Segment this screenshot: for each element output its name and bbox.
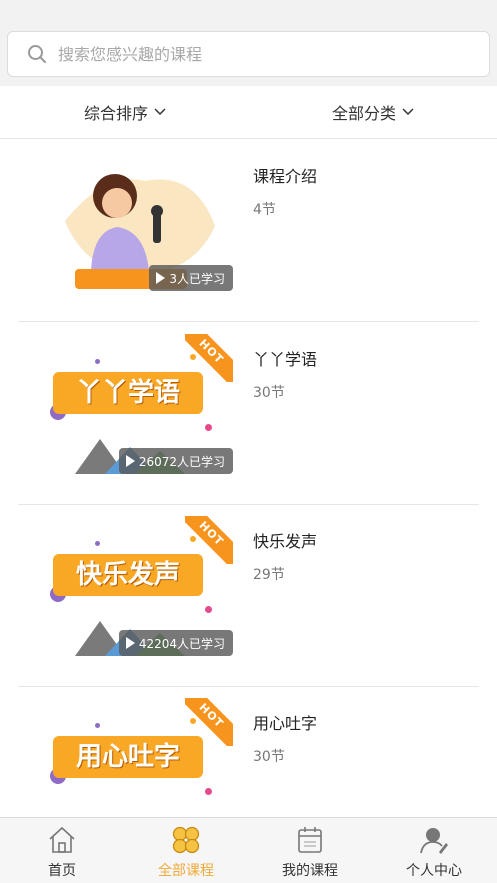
user-icon <box>420 828 448 854</box>
sort-dropdown[interactable]: 综合排序 <box>84 86 166 138</box>
chevron-down-icon <box>154 108 166 116</box>
tab-label: 我的课程 <box>282 863 338 879</box>
decor-dot <box>205 788 212 795</box>
home-icon <box>49 826 75 853</box>
search-icon <box>28 45 46 63</box>
learner-count-badge: 42204人已学习 <box>118 630 233 656</box>
course-thumbnail: 快乐发声 HOT 42204人已学习 <box>45 516 233 664</box>
course-title: 丫丫学语 <box>253 350 318 369</box>
decor-dot <box>205 606 212 613</box>
search-bar <box>0 0 497 86</box>
course-thumbnail: 3人已学习 <box>45 151 233 299</box>
course-thumbnail: 丫丫学语 HOT 26072人已学习 <box>45 334 233 482</box>
hot-label: HOT <box>185 516 233 564</box>
course-item[interactable]: 3人已学习 课程介绍 4节 <box>18 139 479 322</box>
course-item[interactable]: 快乐发声 HOT 42204人已学习 快乐发声 29节 <box>18 504 479 687</box>
play-icon <box>125 637 135 649</box>
course-lessons: 30节 <box>253 385 285 401</box>
chevron-down-icon <box>402 108 414 116</box>
bottom-tab-bar: 首页 全部课程 我的课程 个人中心 <box>0 817 497 883</box>
course-lessons: 29节 <box>253 567 285 583</box>
learner-count: 26072人已学习 <box>138 454 225 469</box>
all-courses-icon <box>172 826 200 854</box>
learner-count: 42204人已学习 <box>138 636 225 651</box>
hot-ribbon: HOT <box>185 516 233 564</box>
play-icon <box>156 272 166 284</box>
course-banner: 快乐发声 <box>53 554 203 596</box>
hot-ribbon: HOT <box>185 334 233 382</box>
learner-count-badge: 26072人已学习 <box>118 448 233 474</box>
course-lessons: 4节 <box>253 202 276 218</box>
course-title: 用心吐字 <box>253 714 318 733</box>
category-dropdown[interactable]: 全部分类 <box>332 86 414 138</box>
calendar-icon <box>298 827 322 853</box>
tab-label: 个人中心 <box>406 863 462 879</box>
course-title: 快乐发声 <box>253 532 318 551</box>
tab-label: 全部课程 <box>158 863 214 879</box>
sort-label: 综合排序 <box>84 104 149 123</box>
course-thumbnail: 用心吐字 HOT <box>45 698 233 817</box>
filter-bar: 综合排序 全部分类 <box>0 86 497 139</box>
course-title: 课程介绍 <box>253 167 318 186</box>
decor-dot <box>95 541 100 546</box>
tab-label: 首页 <box>48 863 76 879</box>
course-lessons: 30节 <box>253 749 285 765</box>
learner-count: 3人已学习 <box>169 271 225 286</box>
course-banner: 用心吐字 <box>53 736 203 778</box>
course-list: 3人已学习 课程介绍 4节 丫丫学语 HOT 26072人已学习 丫丫学语 30… <box>0 139 497 817</box>
play-icon <box>125 455 135 467</box>
search-box[interactable] <box>7 31 490 77</box>
learner-count-badge: 3人已学习 <box>149 265 233 291</box>
hot-ribbon: HOT <box>185 698 233 746</box>
decor-dot <box>95 723 100 728</box>
search-input[interactable] <box>58 32 478 76</box>
course-item[interactable]: 用心吐字 HOT 用心吐字 30节 <box>18 686 479 817</box>
tab-all-courses[interactable]: 全部课程 <box>124 818 248 883</box>
tab-home[interactable]: 首页 <box>0 818 124 883</box>
tab-my-courses[interactable]: 我的课程 <box>248 818 372 883</box>
decor-dot <box>205 424 212 431</box>
hot-label: HOT <box>185 698 233 746</box>
course-item[interactable]: 丫丫学语 HOT 26072人已学习 丫丫学语 30节 <box>18 322 479 505</box>
category-label: 全部分类 <box>332 104 397 123</box>
course-banner: 丫丫学语 <box>53 372 203 414</box>
decor-dot <box>95 359 100 364</box>
hot-label: HOT <box>185 334 233 382</box>
tab-profile[interactable]: 个人中心 <box>372 818 496 883</box>
